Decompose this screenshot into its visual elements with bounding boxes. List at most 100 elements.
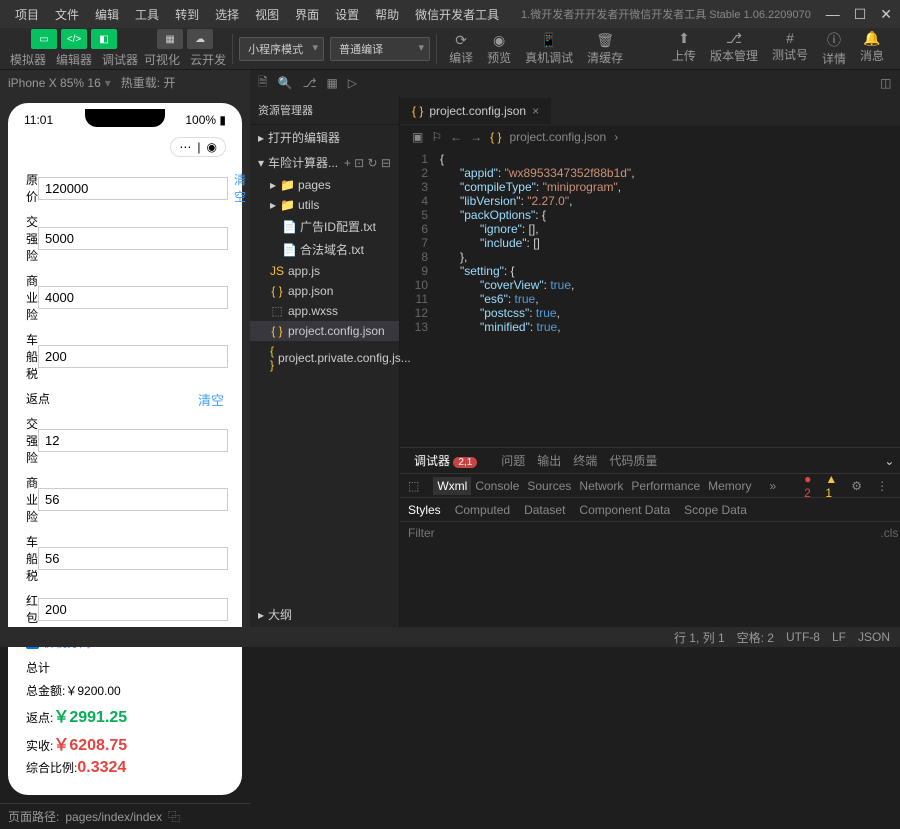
action-真机调试[interactable]: 📱真机调试: [519, 32, 579, 66]
action-清缓存[interactable]: 🗑清缓存: [581, 32, 629, 66]
outline-section[interactable]: ▸大纲: [250, 602, 399, 627]
cc-input[interactable]: [38, 345, 228, 368]
right-上传[interactable]: ⬆上传: [666, 30, 702, 67]
menu-icon[interactable]: ⋯: [179, 140, 191, 154]
file-utils[interactable]: ▸📁utils: [250, 195, 399, 215]
tool-Memory[interactable]: Memory: [704, 477, 755, 495]
menu-界面[interactable]: 界面: [288, 2, 326, 27]
close-icon[interactable]: ✕: [880, 6, 892, 23]
styletab-Styles[interactable]: Styles: [408, 503, 441, 517]
file-project.private.config.js...[interactable]: { }project.private.config.js...: [250, 341, 399, 375]
right-详情[interactable]: ⓘ详情: [816, 30, 852, 67]
filter-input[interactable]: [408, 526, 872, 540]
files-icon[interactable]: 🗎: [258, 73, 268, 94]
file-app.js[interactable]: JSapp.js: [250, 261, 399, 281]
action-编译[interactable]: ⟳编译: [443, 32, 479, 66]
inspect-icon[interactable]: ⬚: [408, 479, 419, 493]
dbtab-终端[interactable]: 终端: [567, 450, 603, 472]
warn-count[interactable]: ▲ 1: [825, 472, 837, 500]
cls-toggle[interactable]: .cls: [880, 526, 898, 540]
minimize-icon[interactable]: —: [826, 6, 840, 23]
visual-toggle[interactable]: ▦: [157, 29, 183, 49]
menu-视图[interactable]: 视图: [248, 2, 286, 27]
error-count[interactable]: ● 2: [804, 472, 811, 500]
simulator-toggle[interactable]: ▭: [31, 29, 57, 49]
editor-toggle[interactable]: </>: [61, 29, 87, 49]
dbtab-代码质量[interactable]: 代码质量: [603, 450, 663, 472]
copy-icon[interactable]: ⿻: [168, 808, 180, 825]
file-project.config.json[interactable]: { }project.config.json: [250, 321, 399, 341]
mode-dropdown[interactable]: 小程序模式: [239, 37, 324, 61]
styletab-Dataset[interactable]: Dataset: [524, 503, 565, 517]
bookmark-icon[interactable]: ⚐: [431, 130, 442, 144]
fdsy-input[interactable]: [38, 488, 228, 511]
eol[interactable]: LF: [832, 630, 846, 644]
menu-编辑[interactable]: 编辑: [88, 2, 126, 27]
right-测试号[interactable]: #测试号: [766, 30, 814, 67]
project-section[interactable]: ▾车险计算器...+ ⊡ ↻ ⊟: [250, 150, 399, 175]
right-消息[interactable]: 🔔消息: [854, 30, 890, 67]
dbtab-问题[interactable]: 问题: [495, 450, 531, 472]
encoding[interactable]: UTF-8: [786, 630, 820, 644]
file-app.wxss[interactable]: ⬚app.wxss: [250, 301, 399, 321]
page-path[interactable]: pages/index/index: [65, 810, 162, 824]
search-icon[interactable]: 🔍: [278, 76, 293, 90]
menu-设置[interactable]: 设置: [328, 2, 366, 27]
panel-down-icon[interactable]: ⌄: [884, 454, 894, 468]
tool-Console[interactable]: Console: [471, 477, 523, 495]
price-input[interactable]: [38, 177, 228, 200]
file-广告ID配置.txt[interactable]: 📄广告ID配置.txt: [250, 215, 399, 238]
styletab-Component Data[interactable]: Component Data: [579, 503, 670, 517]
split-icon[interactable]: ◫: [880, 76, 891, 90]
maximize-icon[interactable]: ☐: [854, 6, 867, 23]
hb-input[interactable]: [38, 598, 228, 621]
spaces[interactable]: 空格: 2: [737, 629, 774, 646]
compile-dropdown[interactable]: 普通编译: [330, 37, 430, 61]
window-controls: — ☐ ✕: [826, 6, 892, 23]
menu-帮助[interactable]: 帮助: [368, 2, 406, 27]
menu-选择[interactable]: 选择: [208, 2, 246, 27]
debugger-toggle[interactable]: ◧: [91, 29, 117, 49]
menu-转到[interactable]: 转到: [168, 2, 206, 27]
file-合法域名.txt[interactable]: 📄合法域名.txt: [250, 238, 399, 261]
git-icon[interactable]: ⎇: [303, 76, 317, 90]
gear-icon[interactable]: ⚙: [851, 479, 862, 493]
styletab-Computed[interactable]: Computed: [455, 503, 510, 517]
code-editor[interactable]: 1{2"appid": "wx8953347352f88b1d",3"compi…: [400, 148, 900, 447]
cloud-toggle[interactable]: ☁: [187, 29, 213, 49]
fdcc-input[interactable]: [38, 547, 228, 570]
clear-button-2[interactable]: 清空: [198, 390, 224, 409]
jq-input[interactable]: [38, 227, 228, 250]
language[interactable]: JSON: [858, 630, 890, 644]
device-selector[interactable]: iPhone X 85% 16: [8, 76, 101, 90]
tool-Network[interactable]: Network: [575, 477, 627, 495]
right-版本管理[interactable]: ⎇版本管理: [704, 30, 764, 67]
tab-project-config[interactable]: { }project.config.json×: [400, 98, 551, 124]
file-app.json[interactable]: { }app.json: [250, 281, 399, 301]
run-icon[interactable]: ▷: [348, 76, 357, 90]
menu-工具[interactable]: 工具: [128, 2, 166, 27]
dbtab-输出[interactable]: 输出: [531, 450, 567, 472]
action-预览[interactable]: ◉预览: [481, 32, 517, 66]
ext-icon[interactable]: ▦: [326, 76, 337, 90]
tool-Performance[interactable]: Performance: [627, 477, 704, 495]
more-tools-icon[interactable]: »: [769, 479, 776, 493]
tool-Sources[interactable]: Sources: [523, 477, 575, 495]
capsule-button[interactable]: ⋯|◉: [170, 137, 226, 157]
cursor-pos[interactable]: 行 1, 列 1: [674, 629, 725, 646]
close-tab-icon[interactable]: ×: [532, 104, 539, 118]
tool-Wxml[interactable]: Wxml: [433, 477, 471, 495]
debugger-tab[interactable]: 调试器 2,1: [408, 448, 483, 473]
styletab-Scope Data[interactable]: Scope Data: [684, 503, 747, 517]
breadcrumb[interactable]: ▣⚐ ←→ { }project.config.json›: [400, 126, 900, 148]
sy-input[interactable]: [38, 286, 228, 309]
menu-文件[interactable]: 文件: [48, 2, 86, 27]
fdjq-input[interactable]: [38, 429, 228, 452]
clear-button[interactable]: 清空: [234, 171, 246, 205]
menu-项目[interactable]: 项目: [8, 2, 46, 27]
dots-icon[interactable]: ⋮: [876, 479, 888, 493]
menu-微信开发者工具[interactable]: 微信开发者工具: [408, 2, 506, 27]
file-pages[interactable]: ▸📁pages: [250, 175, 399, 195]
target-icon[interactable]: ◉: [207, 140, 217, 154]
open-editors-section[interactable]: ▸打开的编辑器: [250, 125, 399, 150]
